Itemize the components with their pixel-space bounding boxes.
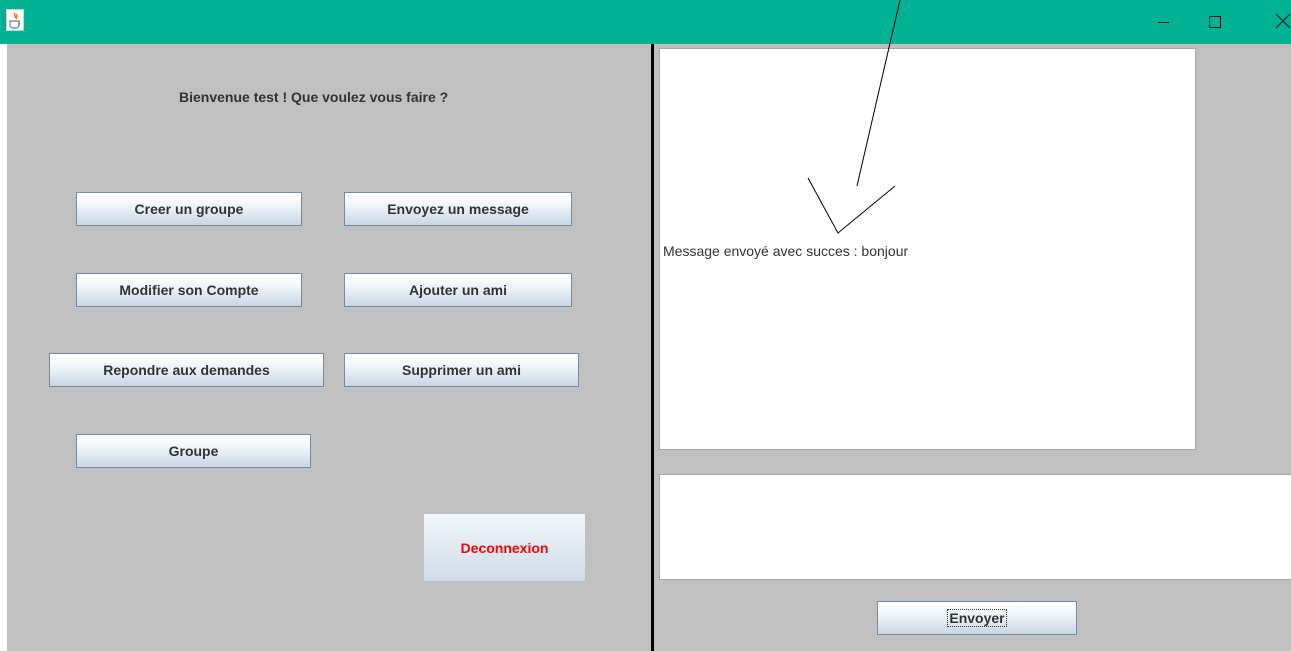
maximize-icon[interactable]	[1193, 0, 1239, 44]
add-friend-button[interactable]: Ajouter un ami	[344, 273, 572, 307]
send-button-label: Envoyer	[947, 609, 1007, 627]
send-button[interactable]: Envoyer	[877, 601, 1077, 635]
message-input[interactable]	[659, 474, 1291, 580]
group-button[interactable]: Groupe	[76, 434, 311, 468]
logout-button[interactable]: Deconnexion	[424, 514, 585, 581]
title-bar[interactable]	[0, 0, 1291, 44]
java-app-icon[interactable]	[6, 9, 24, 31]
welcome-label: Bienvenue test ! Que voulez vous faire ?	[179, 89, 449, 105]
send-message-button[interactable]: Envoyez un message	[344, 192, 572, 226]
window-edge	[0, 44, 7, 651]
answer-requests-button[interactable]: Repondre aux demandes	[49, 353, 324, 387]
remove-friend-button[interactable]: Supprimer un ami	[344, 353, 579, 387]
edit-account-button[interactable]: Modifier son Compte	[76, 273, 302, 307]
create-group-button[interactable]: Creer un groupe	[76, 192, 302, 226]
close-icon[interactable]	[1245, 0, 1291, 44]
chat-history-area[interactable]: Message envoyé avec succes : bonjour	[659, 48, 1196, 450]
minimize-icon[interactable]	[1141, 0, 1187, 44]
chat-message: Message envoyé avec succes : bonjour	[663, 243, 909, 259]
